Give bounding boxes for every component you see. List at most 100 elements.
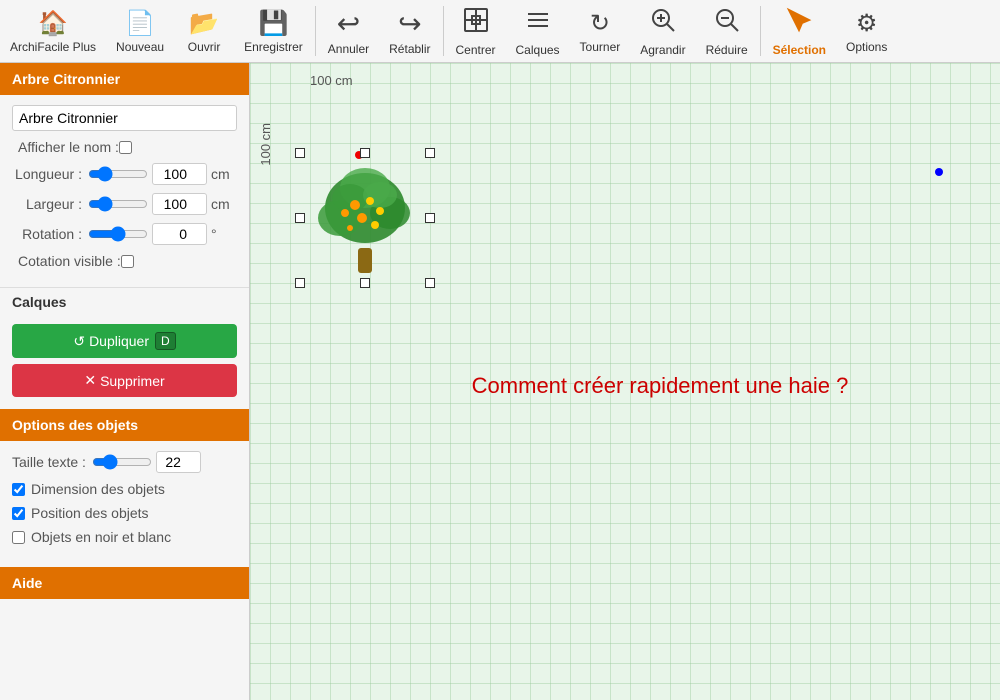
toolbar-annuler-label: Annuler <box>328 42 369 56</box>
toolbar-options-label: Options <box>846 40 887 54</box>
show-name-checkbox[interactable] <box>119 141 132 154</box>
toolbar-divider-1 <box>315 6 316 56</box>
handle-mid-right[interactable] <box>425 213 435 223</box>
largeur-unit: cm <box>211 196 230 212</box>
ruler-top: 100 cm <box>310 73 353 88</box>
duplicate-icon: ↺ <box>73 333 85 350</box>
selection-icon <box>785 6 813 41</box>
toolbar-calques-label: Calques <box>516 43 560 57</box>
toolbar-nouveau[interactable]: 📄 Nouveau <box>106 4 174 58</box>
handle-bottom-mid[interactable] <box>360 278 370 288</box>
position-checkbox[interactable] <box>12 507 25 520</box>
options-section-body: Taille texte : Dimension des objets Posi… <box>0 441 249 563</box>
layers-icon <box>524 6 552 41</box>
duplicate-label: Dupliquer <box>89 333 149 349</box>
open-icon: 📂 <box>189 9 219 38</box>
calques-header: Calques <box>0 287 249 316</box>
toolbar-agrandir[interactable]: Agrandir <box>630 4 695 58</box>
toolbar-nouveau-label: Nouveau <box>116 40 164 54</box>
cotation-checkbox[interactable] <box>121 255 134 268</box>
duplicate-button[interactable]: ↺ Dupliquer D <box>12 324 237 358</box>
taille-texte-label: Taille texte : <box>12 454 86 470</box>
new-icon: 📄 <box>125 9 155 38</box>
toolbar-tourner[interactable]: ↻ Tourner <box>570 4 631 58</box>
cotation-group: Cotation visible : <box>12 253 237 269</box>
toolbar-enregistrer[interactable]: 💾 Enregistrer <box>234 4 313 58</box>
toolbar-divider-2 <box>443 6 444 56</box>
taille-texte-slider[interactable] <box>92 454 152 470</box>
toolbar-archifacile-label: ArchiFacile Plus <box>10 40 96 54</box>
toolbar-ouvrir[interactable]: 📂 Ouvrir <box>174 4 234 58</box>
calques-body: ↺ Dupliquer D ✕ Supprimer <box>0 316 249 405</box>
noir-blanc-label: Objets en noir et blanc <box>31 529 171 545</box>
toolbar-retablir[interactable]: ↪ Rétablir <box>379 4 440 58</box>
tree-svg <box>300 153 430 283</box>
noir-blanc-checkbox[interactable] <box>12 531 25 544</box>
toolbar-enregistrer-label: Enregistrer <box>244 40 303 54</box>
save-icon: 💾 <box>258 9 288 38</box>
delete-icon: ✕ <box>84 372 96 389</box>
longueur-group: Longueur : cm <box>12 163 237 185</box>
center-icon <box>462 6 490 41</box>
object-name-input[interactable] <box>12 105 237 131</box>
toolbar: 🏠 ArchiFacile Plus 📄 Nouveau 📂 Ouvrir 💾 … <box>0 0 1000 63</box>
longueur-slider[interactable] <box>88 166 148 182</box>
toolbar-centrer-label: Centrer <box>456 43 496 57</box>
rotation-input[interactable] <box>152 223 207 245</box>
rotation-slider[interactable] <box>88 226 148 242</box>
cotation-label: Cotation visible : <box>18 253 121 269</box>
toolbar-annuler[interactable]: ↩ Annuler <box>318 4 379 58</box>
toolbar-divider-3 <box>760 6 761 56</box>
position-label: Position des objets <box>31 505 149 521</box>
home-icon: 🏠 <box>38 9 68 38</box>
toolbar-archifacile[interactable]: 🏠 ArchiFacile Plus <box>0 4 106 58</box>
rotation-unit: ° <box>211 226 217 242</box>
options-section-header: Options des objets <box>0 409 249 441</box>
handle-top-left[interactable] <box>295 148 305 158</box>
longueur-input[interactable] <box>152 163 207 185</box>
taille-texte-input[interactable] <box>156 451 201 473</box>
rotate-icon: ↻ <box>590 9 610 38</box>
zoom-out-icon <box>713 6 741 41</box>
taille-texte-group: Taille texte : <box>12 451 237 473</box>
toolbar-centrer[interactable]: Centrer <box>446 4 506 58</box>
longueur-unit: cm <box>211 166 230 182</box>
canvas-area[interactable]: 100 cm 100 cm <box>250 63 1000 700</box>
largeur-input[interactable] <box>152 193 207 215</box>
toolbar-selection-label: Sélection <box>773 43 826 57</box>
toolbar-retablir-label: Rétablir <box>389 42 430 56</box>
object-section-body: Afficher le nom : Longueur : cm Largeur … <box>0 95 249 287</box>
zoom-in-icon <box>649 6 677 41</box>
toolbar-selection[interactable]: Sélection <box>763 4 836 58</box>
handle-top-mid[interactable] <box>360 148 370 158</box>
largeur-slider[interactable] <box>88 196 148 212</box>
delete-label: Supprimer <box>100 373 165 389</box>
tree-object[interactable] <box>300 153 430 283</box>
position-group: Position des objets <box>12 505 237 521</box>
handle-bottom-left[interactable] <box>295 278 305 288</box>
rotation-group: Rotation : ° <box>12 223 237 245</box>
toolbar-reduire[interactable]: Réduire <box>696 4 758 58</box>
canvas-hint-text: Comment créer rapidement une haie ? <box>350 373 970 399</box>
toolbar-agrandir-label: Agrandir <box>640 43 685 57</box>
handle-top-right[interactable] <box>425 148 435 158</box>
toolbar-ouvrir-label: Ouvrir <box>188 40 221 54</box>
delete-button[interactable]: ✕ Supprimer <box>12 364 237 397</box>
toolbar-tourner-label: Tourner <box>580 40 621 54</box>
handle-mid-left[interactable] <box>295 213 305 223</box>
sidebar: Arbre Citronnier Afficher le nom : Longu… <box>0 63 250 700</box>
main-layout: Arbre Citronnier Afficher le nom : Longu… <box>0 63 1000 700</box>
handle-bottom-right[interactable] <box>425 278 435 288</box>
undo-icon: ↩ <box>337 7 360 40</box>
longueur-label: Longueur : <box>12 166 82 182</box>
aide-section-header: Aide <box>0 567 249 599</box>
toolbar-reduire-label: Réduire <box>706 43 748 57</box>
rotation-label: Rotation : <box>12 226 82 242</box>
toolbar-options[interactable]: ⚙ Options <box>836 4 897 58</box>
blue-dot <box>935 168 943 176</box>
ruler-left: 100 cm <box>258 123 273 166</box>
toolbar-calques[interactable]: Calques <box>506 4 570 58</box>
object-section-header: Arbre Citronnier <box>0 63 249 95</box>
noir-blanc-group: Objets en noir et blanc <box>12 529 237 545</box>
dimension-checkbox[interactable] <box>12 483 25 496</box>
